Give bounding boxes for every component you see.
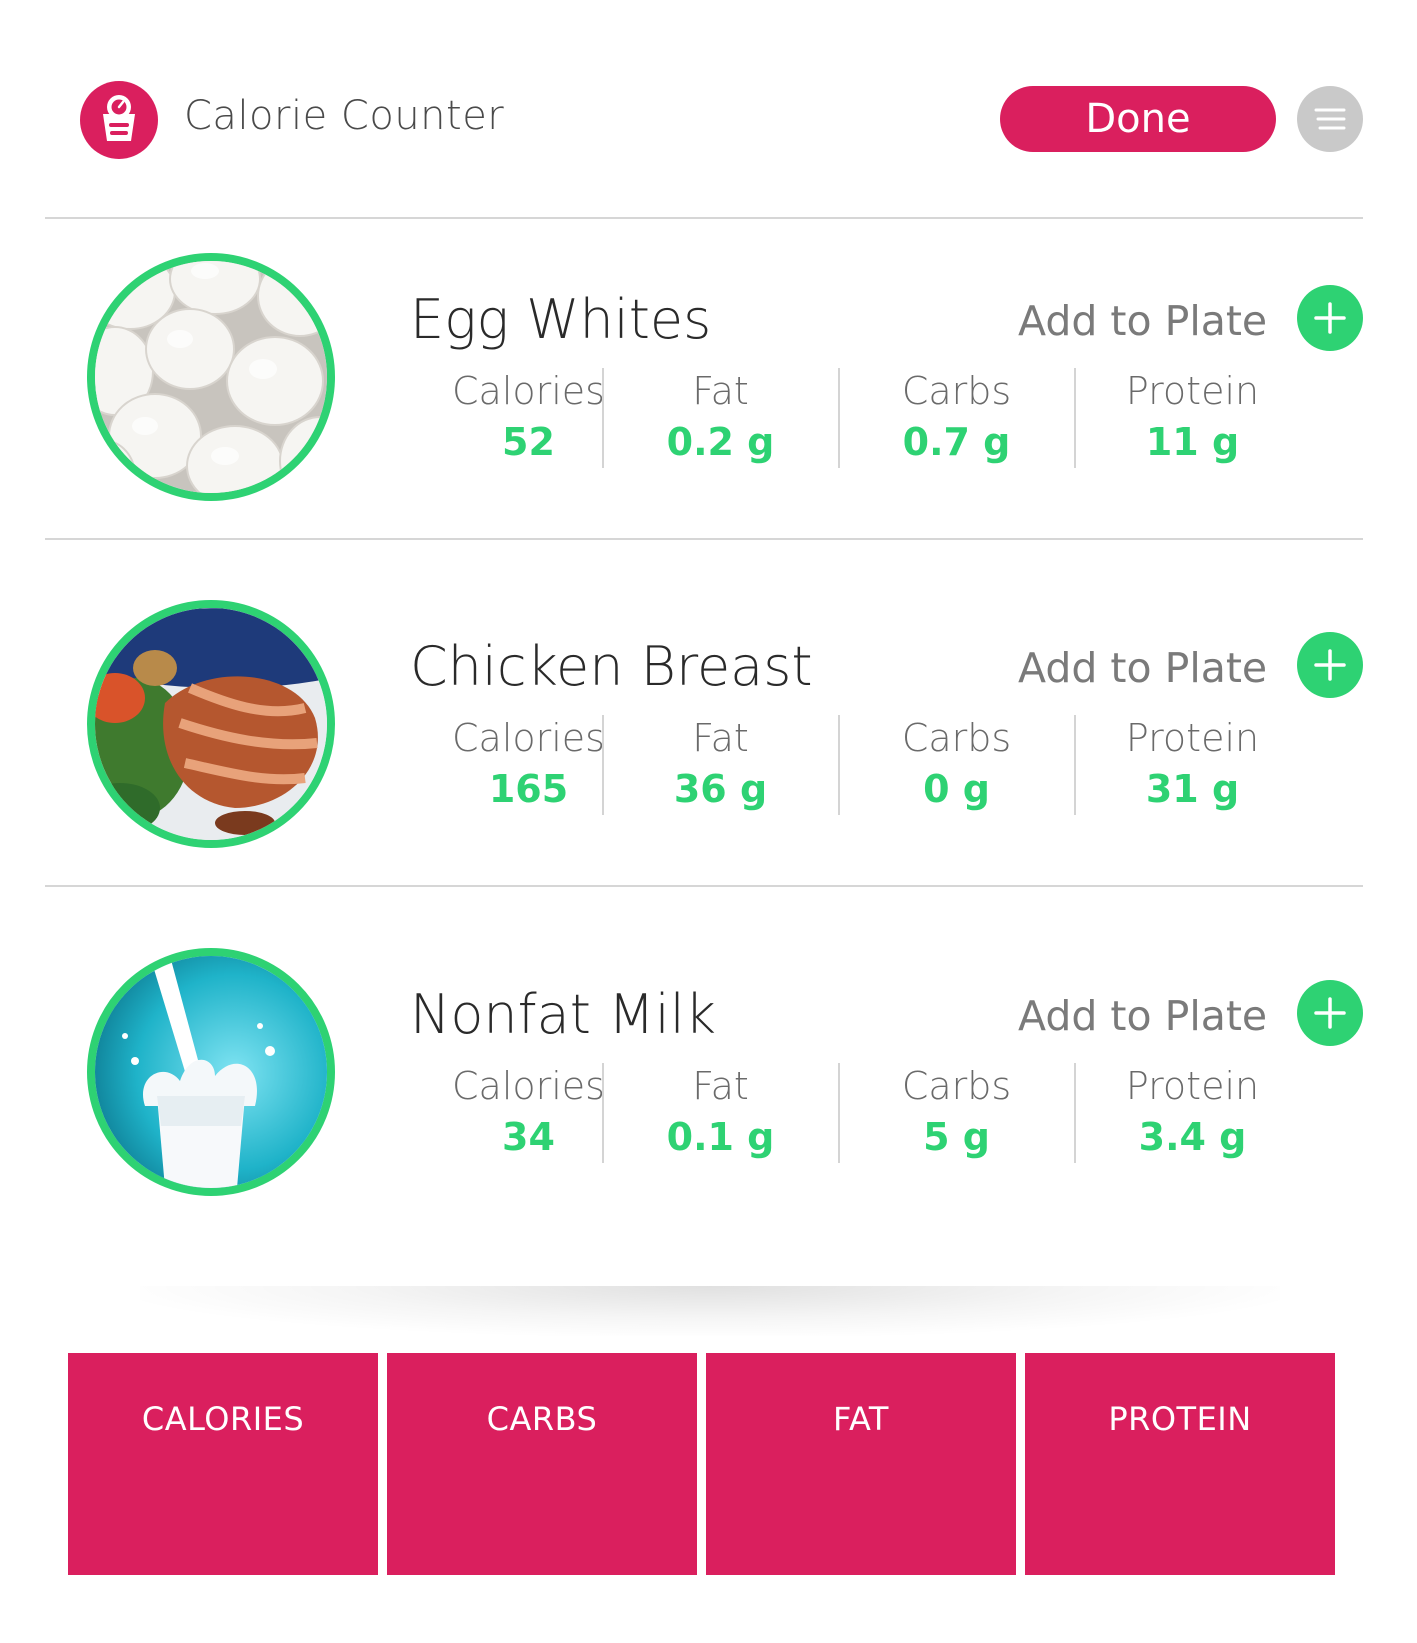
nutrition-stats: Calories 165 Fat 36 g Carbs 0 g Protein … bbox=[410, 715, 1360, 815]
done-button[interactable]: Done bbox=[1000, 86, 1276, 152]
stat-label: Fat bbox=[692, 1064, 749, 1108]
stat-value: 0.1 g bbox=[666, 1115, 775, 1159]
stat-protein: Protein 3.4 g bbox=[1074, 1063, 1311, 1163]
egg-whites-photo bbox=[87, 253, 335, 501]
food-name: Chicken Breast bbox=[410, 635, 813, 698]
add-to-plate-button[interactable] bbox=[1297, 285, 1363, 351]
stat-carbs: Carbs 0.7 g bbox=[838, 368, 1075, 468]
plus-icon bbox=[1314, 997, 1346, 1029]
tile-label: PROTEIN bbox=[1108, 1400, 1252, 1438]
food-row-nonfat-milk: Nonfat Milk Add to Plate Calories 34 Fat… bbox=[0, 948, 1417, 1278]
add-to-plate-label[interactable]: Add to Plate bbox=[1018, 297, 1267, 345]
scale-icon bbox=[80, 81, 158, 159]
add-to-plate-button[interactable] bbox=[1297, 980, 1363, 1046]
app-header: Calorie Counter Done bbox=[0, 0, 1417, 220]
stat-carbs: Carbs 5 g bbox=[838, 1063, 1075, 1163]
stat-fat: Fat 36 g bbox=[602, 715, 839, 815]
nutrition-stats: Calories 34 Fat 0.1 g Carbs 5 g Protein … bbox=[410, 1063, 1360, 1163]
tile-label: CARBS bbox=[486, 1400, 598, 1438]
tile-label: CALORIES bbox=[141, 1400, 305, 1438]
app-title: Calorie Counter bbox=[184, 93, 505, 139]
stat-label: Carbs bbox=[901, 1064, 1012, 1108]
food-name: Nonfat Milk bbox=[410, 983, 716, 1046]
stat-carbs: Carbs 0 g bbox=[838, 715, 1075, 815]
chicken-breast-photo bbox=[87, 600, 335, 848]
stat-protein: Protein 31 g bbox=[1074, 715, 1311, 815]
plus-icon bbox=[1314, 302, 1346, 334]
food-row-chicken-breast: Chicken Breast Add to Plate Calories 165… bbox=[0, 600, 1417, 930]
stat-value: 31 g bbox=[1145, 767, 1240, 811]
stat-label: Fat bbox=[692, 716, 749, 760]
tile-fat[interactable]: FAT bbox=[706, 1353, 1016, 1575]
divider bbox=[45, 538, 1363, 540]
stat-value: 3.4 g bbox=[1138, 1115, 1247, 1159]
food-row-egg-whites: Egg Whites Add to Plate Calories 52 Fat … bbox=[0, 253, 1417, 583]
stat-value: 5 g bbox=[923, 1115, 990, 1159]
stat-fat: Fat 0.1 g bbox=[602, 1063, 839, 1163]
tile-carbs[interactable]: CARBS bbox=[387, 1353, 697, 1575]
stat-value: 0.7 g bbox=[902, 420, 1011, 464]
plus-icon bbox=[1314, 649, 1346, 681]
stat-label: Protein bbox=[1125, 716, 1260, 760]
tile-label: FAT bbox=[833, 1400, 889, 1438]
stat-value: 0 g bbox=[923, 767, 990, 811]
stat-label: Protein bbox=[1125, 1064, 1260, 1108]
divider bbox=[45, 217, 1363, 219]
stat-label: Fat bbox=[692, 369, 749, 413]
nutrition-stats: Calories 52 Fat 0.2 g Carbs 0.7 g Protei… bbox=[410, 368, 1360, 468]
menu-icon bbox=[1314, 108, 1346, 130]
nonfat-milk-photo bbox=[87, 948, 335, 1196]
food-name: Egg Whites bbox=[410, 288, 712, 351]
add-to-plate-label[interactable]: Add to Plate bbox=[1018, 992, 1267, 1040]
stat-label: Carbs bbox=[901, 716, 1012, 760]
stat-label: Protein bbox=[1125, 369, 1260, 413]
stat-label: Carbs bbox=[901, 369, 1012, 413]
stat-value: 36 g bbox=[673, 767, 768, 811]
stat-value: 11 g bbox=[1145, 420, 1240, 464]
menu-button[interactable] bbox=[1297, 86, 1363, 152]
stat-fat: Fat 0.2 g bbox=[602, 368, 839, 468]
add-to-plate-label[interactable]: Add to Plate bbox=[1018, 644, 1267, 692]
shadow-divider bbox=[140, 1286, 1280, 1336]
tile-protein[interactable]: PROTEIN bbox=[1025, 1353, 1335, 1575]
divider bbox=[45, 885, 1363, 887]
tile-calories[interactable]: CALORIES bbox=[68, 1353, 378, 1575]
add-to-plate-button[interactable] bbox=[1297, 632, 1363, 698]
stat-protein: Protein 11 g bbox=[1074, 368, 1311, 468]
stat-value: 0.2 g bbox=[666, 420, 775, 464]
